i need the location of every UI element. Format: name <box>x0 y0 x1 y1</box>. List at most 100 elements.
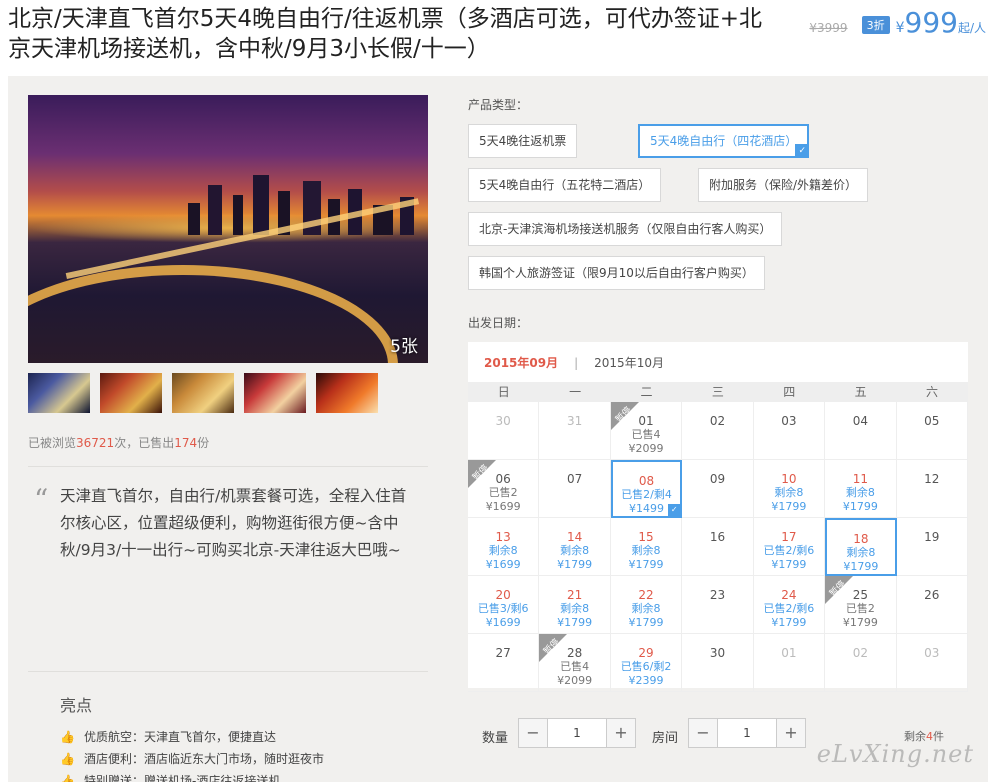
day-price: ¥1699 <box>485 558 521 571</box>
day-number: 02 <box>709 414 726 428</box>
calendar-day[interactable]: 18 剩余8 ¥1799 <box>825 518 897 576</box>
calendar-day[interactable]: 11 剩余8 ¥1799 <box>825 460 897 518</box>
day-stock: 剩余8 <box>560 602 590 615</box>
day-number: 22 <box>638 588 654 602</box>
calendar-day[interactable]: 13 剩余8 ¥1699 <box>468 518 540 576</box>
thumbnail-4[interactable] <box>244 373 306 413</box>
month-separator: | <box>574 355 579 370</box>
day-number: 30 <box>495 414 511 428</box>
day-stock: 剩余8 <box>845 486 875 499</box>
tab-month-sep[interactable]: 2015年09月 <box>484 354 558 371</box>
day-number: 23 <box>709 588 726 602</box>
product-option-4[interactable]: 附加服务（保险/外籍差价） <box>698 168 869 202</box>
day-stock: 剩余8 <box>631 544 661 557</box>
day-number: 24 <box>781 588 797 602</box>
calendar-day[interactable]: 20 已售3/剩6 ¥1699 <box>468 576 540 634</box>
day-stock: 已售2/剩6 <box>763 602 815 615</box>
views-prefix: 已被浏览 <box>28 436 77 450</box>
calendar-day[interactable]: 29 已售6/剩2 ¥2399 <box>610 634 683 692</box>
day-number: 26 <box>924 588 940 602</box>
product-title: 北京/天津直飞首尔5天4晚自由行/往返机票（多酒店可选，可代办签证+北京天津机场… <box>8 6 763 62</box>
thumbnail-3[interactable] <box>172 373 234 413</box>
calendar-day: 09 <box>682 460 754 518</box>
day-number: 29 <box>638 646 654 660</box>
weekday-header: 日 一 二 三 四 五 六 <box>468 382 968 402</box>
site-watermark: eLvXing.net <box>816 740 974 768</box>
day-stock: 已售2 <box>845 602 875 615</box>
day-number: 30 <box>709 646 726 660</box>
thumbs-up-icon: 👍 <box>60 774 75 782</box>
calendar-day[interactable]: 21 剩余8 ¥1799 <box>539 576 611 634</box>
day-stock: 剩余8 <box>774 486 804 499</box>
product-quote: “ 天津直飞首尔，自由行/机票套餐可选，全程入住首尔核心区，位置超级便利，购物逛… <box>28 466 428 672</box>
weekday: 三 <box>711 385 724 399</box>
highlight-item: 👍 特别赠送：赠送机场-酒店往返接送机 <box>60 770 324 782</box>
day-stock: 剩余8 <box>631 602 661 615</box>
price-value: 999 <box>904 6 958 39</box>
weekday: 日 <box>497 385 510 399</box>
day-price: ¥1699 <box>485 500 521 513</box>
calendar-day: 31 <box>539 402 611 460</box>
day-price: ¥1799 <box>771 500 807 513</box>
calendar-day: 04 <box>825 402 897 460</box>
photo-count: 5张 <box>390 337 418 357</box>
product-option-1[interactable]: 5天4晚往返机票 <box>468 124 578 158</box>
price-suffix: 起/人 <box>957 21 986 35</box>
product-option-3[interactable]: 5天4晚自由行（五花特二酒店） <box>468 168 662 202</box>
calendar-day[interactable]: 15 剩余8 ¥1799 <box>610 518 683 576</box>
calendar-day[interactable]: 10 剩余8 ¥1799 <box>753 460 826 518</box>
quantity-minus-button[interactable]: − <box>519 719 547 747</box>
month-tabs: 2015年09月 | 2015年10月 <box>484 354 664 371</box>
calendar-day: 05 <box>896 402 968 460</box>
day-stock: 剩余8 <box>488 544 518 557</box>
thumbnail-2[interactable] <box>100 373 162 413</box>
weekday: 二 <box>640 385 653 399</box>
calendar-day[interactable]: 17 已售2/剩6 ¥1799 <box>753 518 826 576</box>
room-input[interactable]: 1 <box>717 719 777 747</box>
room-minus-button[interactable]: − <box>689 719 717 747</box>
day-number: 07 <box>566 472 583 486</box>
discount-badge: 3折 <box>861 16 890 34</box>
calendar-day[interactable]: 22 剩余8 ¥1799 <box>610 576 683 634</box>
calendar-day: 27 <box>468 634 540 692</box>
quantity-input[interactable]: 1 <box>547 719 607 747</box>
product-option-5[interactable]: 北京-天津滨海机场接送机服务（仅限自由行客人购买） <box>468 212 783 246</box>
calendar-day[interactable]: 14 剩余8 ¥1799 <box>539 518 611 576</box>
quantity-plus-button[interactable]: + <box>607 719 635 747</box>
calendar-day: 12 <box>896 460 968 518</box>
highlights-title: 亮点 <box>60 696 93 715</box>
day-stock: 剩余8 <box>560 544 590 557</box>
day-stock: 已售6/剩2 <box>620 660 672 673</box>
thumbs-up-icon: 👍 <box>60 730 75 744</box>
day-price: ¥1499 <box>629 502 665 515</box>
product-panel: 5张 已被浏览36721次，已售出174份 “ 天津直飞首尔，自由行/机票套餐可… <box>8 76 988 782</box>
day-number: 01 <box>781 646 797 660</box>
calendar-day: 26 <box>896 576 968 634</box>
day-number: 13 <box>495 530 511 544</box>
day-price: ¥1799 <box>843 560 879 573</box>
product-option-2[interactable]: 5天4晚自由行（四花酒店） <box>638 124 810 158</box>
product-option-6[interactable]: 韩国个人旅游签证（限9月10以后自由行客户购买） <box>468 256 765 290</box>
day-price: ¥1799 <box>557 616 593 629</box>
thumbnail-1[interactable] <box>28 373 90 413</box>
tab-month-oct[interactable]: 2015年10月 <box>594 354 664 371</box>
quote-mark-icon: “ <box>34 483 49 516</box>
current-price: ¥999起/人 <box>896 6 986 39</box>
day-stock: 已售3/剩6 <box>477 602 529 615</box>
price-yen: ¥ <box>895 20 905 36</box>
quote-text: 天津直飞首尔，自由行/机票套餐可选，全程入住首尔核心区，位置超级便利，购物逛街很… <box>60 487 407 559</box>
original-price: ¥3999 <box>809 21 848 35</box>
calendar-day[interactable]: 24 已售2/剩6 ¥1799 <box>753 576 826 634</box>
room-plus-button[interactable]: + <box>777 719 805 747</box>
day-price: ¥1799 <box>771 558 807 571</box>
sold-count: 174 <box>174 436 198 450</box>
views-mid: 次，已售出 <box>114 436 175 450</box>
views-suffix: 份 <box>197 436 210 450</box>
calendar-day: 暂停 25 已售2 ¥1799 <box>825 576 897 634</box>
hero-photo[interactable]: 5张 <box>28 95 428 363</box>
calendar-day: 16 <box>682 518 754 576</box>
thumbnail-5[interactable] <box>316 373 378 413</box>
highlight-text: 酒店便利：酒店临近东大门市场，随时逛夜市 <box>84 752 325 766</box>
calendar-day[interactable]: 08 已售2/剩4 ¥1499 <box>610 460 683 518</box>
departure-date-label: 出发日期： <box>468 316 529 330</box>
